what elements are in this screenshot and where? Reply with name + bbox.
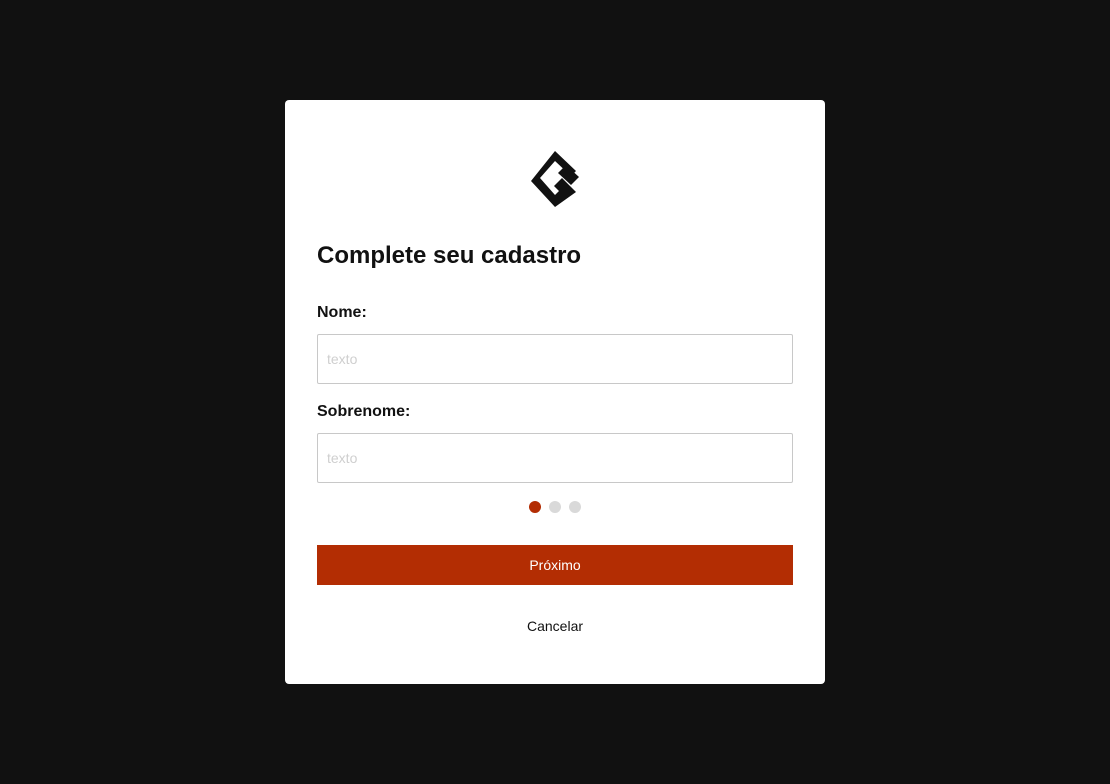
last-name-field[interactable] xyxy=(317,433,793,483)
page-title: Complete seu cadastro xyxy=(317,242,582,269)
step-dot-2 xyxy=(549,501,561,513)
brand-logo-icon xyxy=(531,151,579,207)
step-dot-1 xyxy=(529,501,541,513)
first-name-field[interactable] xyxy=(317,334,793,384)
registration-modal: Complete seu cadastro Nome: Sobrenome: P… xyxy=(285,100,825,684)
modal-backdrop: Complete seu cadastro Nome: Sobrenome: P… xyxy=(0,0,1110,784)
cancel-button[interactable]: Cancelar xyxy=(485,614,625,638)
first-name-label: Nome: xyxy=(317,304,367,321)
next-button[interactable]: Próximo xyxy=(317,545,793,585)
last-name-label: Sobrenome: xyxy=(317,403,411,420)
step-indicator xyxy=(529,501,581,513)
step-dot-3 xyxy=(569,501,581,513)
